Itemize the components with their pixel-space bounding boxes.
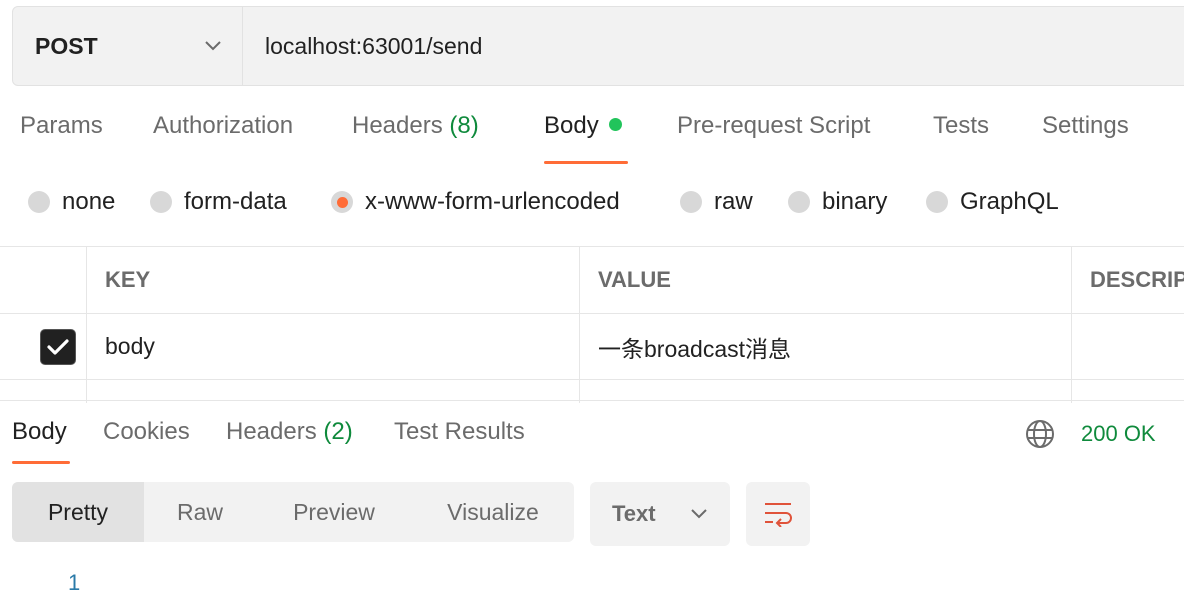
column-header-key: KEY bbox=[86, 247, 579, 313]
radio-label: x-www-form-urlencoded bbox=[365, 188, 620, 215]
tab-label: Cookies bbox=[103, 418, 190, 445]
radio-binary[interactable]: binary bbox=[788, 188, 887, 216]
globe-icon[interactable] bbox=[1024, 418, 1056, 450]
request-url-bar: POST localhost:63001/send bbox=[12, 6, 1184, 86]
wrap-lines-button[interactable] bbox=[746, 482, 810, 546]
radio-label: binary bbox=[822, 188, 888, 215]
view-preview[interactable]: Preview bbox=[256, 482, 412, 542]
method-dropdown[interactable]: POST bbox=[13, 7, 243, 85]
tab-label: Headers bbox=[352, 112, 443, 139]
tab-label: Body bbox=[12, 418, 67, 445]
row-check-cell bbox=[0, 314, 86, 379]
column-header-description: DESCRIP bbox=[1071, 247, 1184, 313]
tab-label: Headers bbox=[226, 418, 317, 445]
radio-label: none bbox=[62, 188, 116, 215]
response-tab-test-results[interactable]: Test Results bbox=[394, 418, 525, 446]
tab-params[interactable]: Params bbox=[20, 112, 103, 140]
tab-label: Settings bbox=[1042, 112, 1129, 139]
url-input[interactable]: localhost:63001/send bbox=[243, 7, 1184, 85]
radio-indicator bbox=[150, 191, 172, 213]
tab-body[interactable]: Body bbox=[544, 112, 628, 164]
active-tab-underline bbox=[544, 161, 628, 164]
table-row: body 一条broadcast消息 bbox=[0, 314, 1184, 380]
tab-pre-request-script[interactable]: Pre-request Script bbox=[677, 112, 870, 140]
radio-graphql[interactable]: GraphQL bbox=[926, 188, 1059, 216]
active-tab-underline bbox=[12, 461, 70, 464]
params-table: KEY VALUE DESCRIP body 一条broadcast消息 bbox=[0, 246, 1184, 403]
tab-label: Body bbox=[544, 112, 599, 139]
response-tab-cookies[interactable]: Cookies bbox=[103, 418, 190, 446]
tab-settings[interactable]: Settings bbox=[1042, 112, 1129, 140]
key-input[interactable]: body bbox=[86, 314, 579, 379]
line-number: 1 bbox=[68, 570, 81, 595]
headers-count: (8) bbox=[449, 112, 479, 139]
radio-none[interactable]: none bbox=[28, 188, 115, 216]
tab-label: Test Results bbox=[394, 418, 525, 445]
radio-raw[interactable]: raw bbox=[680, 188, 753, 216]
description-input[interactable] bbox=[1071, 314, 1184, 379]
chevron-down-icon bbox=[691, 509, 707, 519]
tab-label: Params bbox=[20, 112, 103, 139]
headers-count: (2) bbox=[323, 418, 353, 445]
status-badge[interactable]: 200 OK bbox=[1081, 421, 1156, 447]
row-enabled-checkbox[interactable] bbox=[40, 328, 76, 365]
method-label: POST bbox=[35, 32, 98, 59]
tab-headers[interactable]: Headers (8) bbox=[352, 112, 479, 140]
body-modified-indicator bbox=[608, 118, 622, 131]
radio-indicator bbox=[788, 191, 810, 213]
radio-indicator bbox=[680, 191, 702, 213]
radio-indicator bbox=[926, 191, 948, 213]
view-raw[interactable]: Raw bbox=[144, 482, 256, 542]
chevron-down-icon bbox=[205, 41, 221, 51]
radio-label: form-data bbox=[184, 188, 287, 215]
format-dropdown[interactable]: Text bbox=[590, 482, 730, 546]
view-visualize[interactable]: Visualize bbox=[412, 482, 574, 542]
radio-label: GraphQL bbox=[960, 188, 1059, 215]
url-text: localhost:63001/send bbox=[265, 32, 483, 59]
tab-label: Pre-request Script bbox=[677, 112, 871, 139]
wrap-lines-icon bbox=[765, 503, 792, 527]
response-tab-body[interactable]: Body bbox=[12, 418, 70, 464]
header-check-cell bbox=[0, 247, 86, 313]
table-header-row: KEY VALUE DESCRIP bbox=[0, 247, 1184, 314]
column-header-value: VALUE bbox=[579, 247, 1071, 313]
radio-x-www-form-urlencoded[interactable]: x-www-form-urlencoded bbox=[331, 188, 620, 216]
view-pretty[interactable]: Pretty bbox=[12, 482, 144, 542]
response-view-selector: Pretty Raw Preview Visualize bbox=[12, 482, 574, 542]
tab-authorization[interactable]: Authorization bbox=[153, 112, 293, 140]
radio-form-data[interactable]: form-data bbox=[150, 188, 287, 216]
tab-label: Authorization bbox=[153, 112, 294, 139]
tab-label: Tests bbox=[933, 112, 990, 139]
tab-tests[interactable]: Tests bbox=[933, 112, 989, 140]
pane-divider[interactable] bbox=[0, 400, 1184, 401]
radio-label: raw bbox=[714, 188, 753, 215]
checkmark-icon bbox=[47, 338, 69, 355]
response-tab-headers[interactable]: Headers (2) bbox=[226, 418, 353, 446]
radio-indicator bbox=[28, 191, 50, 213]
format-label: Text bbox=[612, 501, 656, 526]
radio-indicator-selected bbox=[331, 191, 353, 213]
value-input[interactable]: 一条broadcast消息 bbox=[579, 314, 1071, 379]
